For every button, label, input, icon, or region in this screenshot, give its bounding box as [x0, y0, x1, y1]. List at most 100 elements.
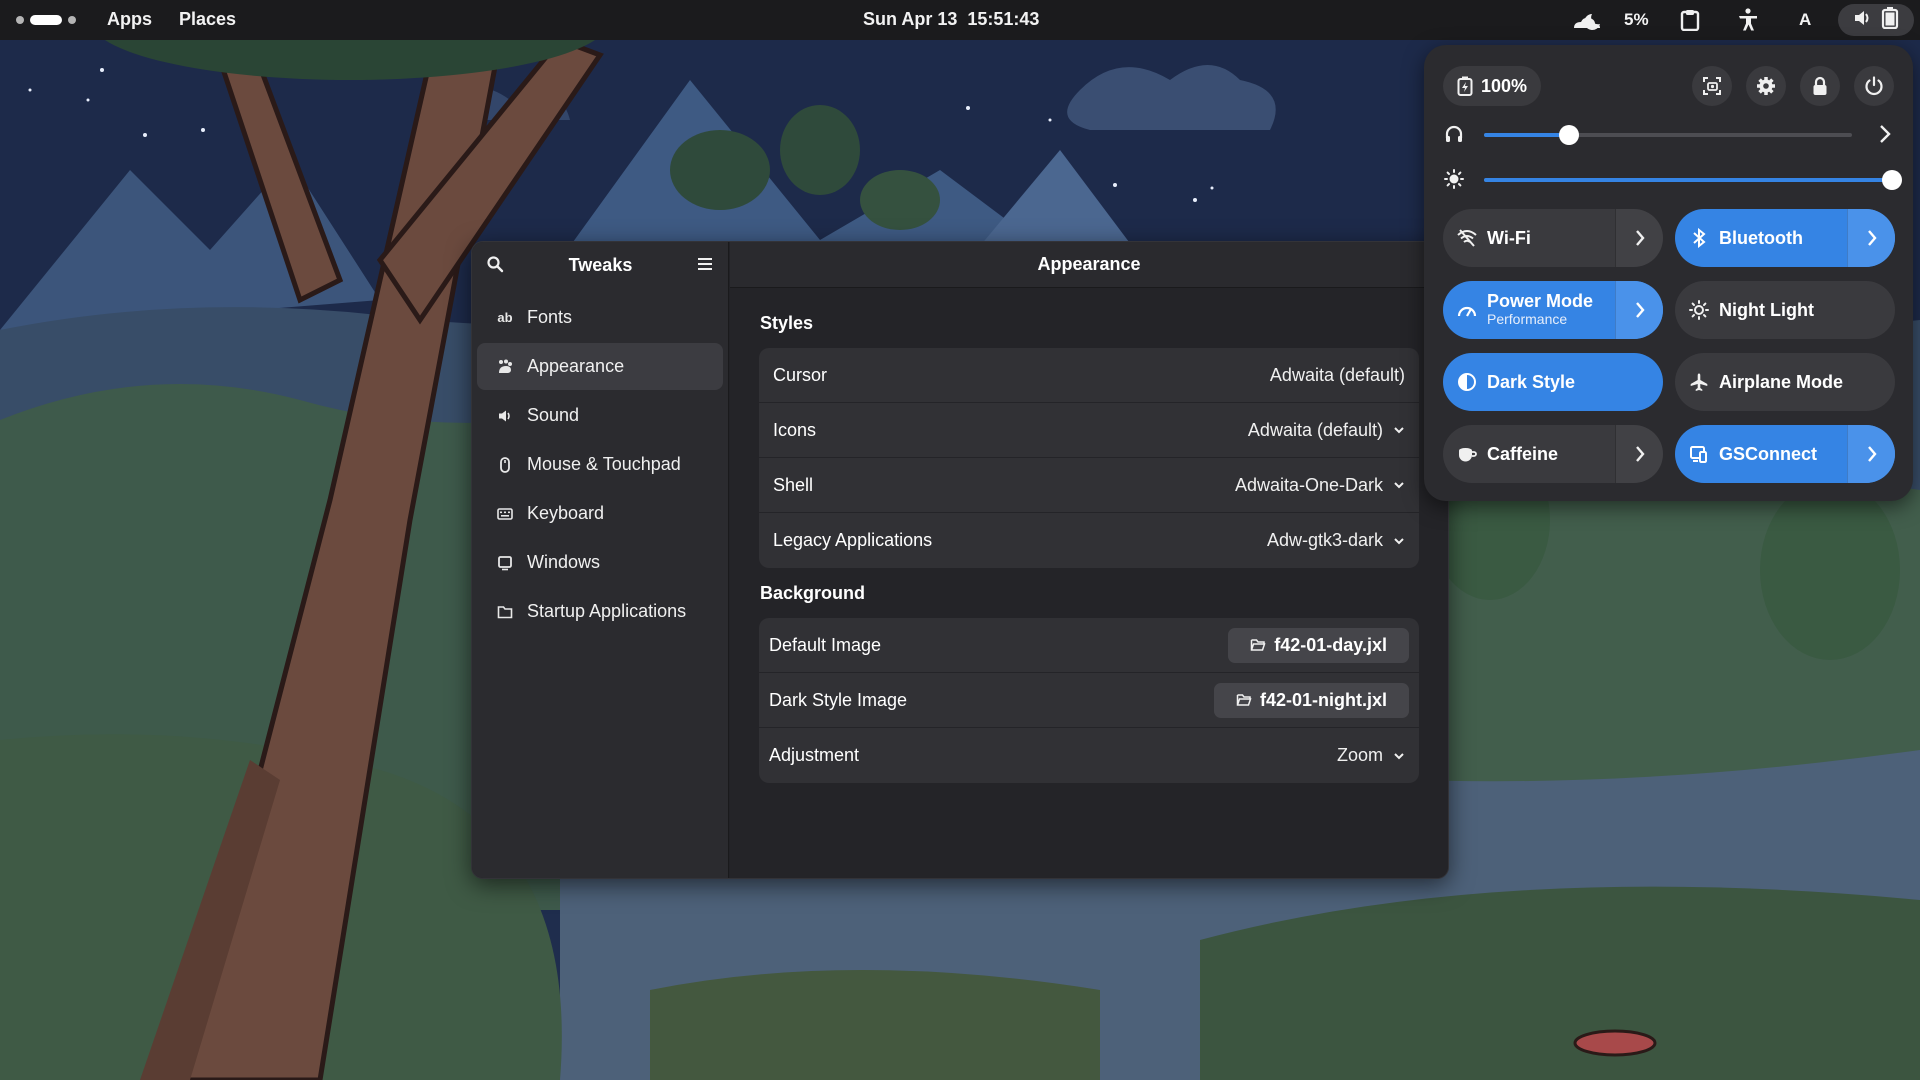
airplane-mode-toggle[interactable]: Airplane Mode: [1675, 353, 1895, 411]
icons-dropdown[interactable]: Adwaita (default): [1248, 420, 1405, 441]
row-label: Dark Style Image: [769, 689, 908, 710]
bluetooth-toggle-main[interactable]: Bluetooth: [1675, 209, 1847, 267]
power-mode-toggle[interactable]: Power Mode Performance: [1443, 281, 1663, 339]
wifi-menu-arrow[interactable]: [1615, 209, 1663, 267]
volume-slider-row: [1444, 120, 1896, 150]
wifi-toggle-main[interactable]: Wi-Fi: [1443, 209, 1615, 267]
folder-open-icon: [1236, 694, 1252, 706]
volume-slider[interactable]: [1484, 125, 1852, 145]
sidebar-item-appearance[interactable]: Appearance: [477, 343, 723, 390]
volume-slider-fill: [1484, 133, 1569, 137]
weather-percent: 5%: [1624, 10, 1649, 29]
power-icon: [1865, 76, 1883, 96]
icons-value-text: Adwaita (default): [1247, 419, 1383, 440]
night-light-icon: [1689, 300, 1709, 320]
workspace-dot: [68, 16, 76, 24]
shell-row[interactable]: Shell Adwaita-One-Dark: [759, 458, 1419, 513]
wifi-toggle[interactable]: Wi-Fi: [1443, 209, 1663, 267]
night-light-toggle-main[interactable]: Night Light: [1675, 281, 1895, 339]
gsconnect-toggle[interactable]: GSConnect: [1675, 425, 1895, 483]
power-mode-sublabel: Performance: [1487, 311, 1568, 328]
wifi-label: Wi-Fi: [1487, 227, 1531, 248]
chevron-right-icon[interactable]: [1878, 123, 1892, 150]
screenshot-button[interactable]: [1692, 66, 1732, 106]
settings-button[interactable]: [1746, 66, 1786, 106]
battery-button[interactable]: 100%: [1443, 66, 1542, 106]
sidebar-item-label: Sound: [527, 405, 580, 425]
lock-button[interactable]: [1800, 66, 1840, 106]
shell-value-text: Adwaita-One-Dark: [1234, 474, 1383, 495]
legacy-applications-dropdown[interactable]: Adw-gtk3-dark: [1267, 530, 1405, 551]
caffeine-toggle[interactable]: Caffeine: [1443, 425, 1663, 483]
bluetooth-toggle[interactable]: Bluetooth: [1675, 209, 1895, 267]
power-mode-text: Power Mode Performance: [1487, 292, 1593, 327]
workspace-indicator[interactable]: [16, 15, 76, 25]
coffee-cup-icon: [1457, 444, 1477, 464]
default-image-file-button[interactable]: f42-01-day.jxl: [1228, 627, 1409, 663]
tweaks-sidebar: Tweaks ab Fonts Appearance Sound Mouse &…: [472, 242, 729, 878]
places-menu-button[interactable]: Places: [179, 9, 236, 30]
keyboard-icon: [496, 505, 514, 523]
legacy-value-text: Adw-gtk3-dark: [1266, 530, 1383, 550]
shell-dropdown[interactable]: Adwaita-One-Dark: [1235, 475, 1405, 496]
gsconnect-menu-arrow[interactable]: [1847, 425, 1895, 483]
background-section-title: Background: [760, 583, 866, 603]
apps-menu-button[interactable]: Apps: [107, 9, 152, 30]
keyboard-layout-indicator[interactable]: A: [1799, 10, 1811, 30]
power-button[interactable]: [1854, 66, 1894, 106]
fonts-icon: ab: [497, 310, 513, 325]
sidebar-item-label: Appearance: [527, 356, 625, 376]
bluetooth-label: Bluetooth: [1719, 227, 1803, 248]
cursor-row[interactable]: Cursor Adwaita (default): [759, 348, 1419, 403]
adjustment-dropdown[interactable]: Zoom: [1337, 745, 1405, 766]
clock[interactable]: Sun Apr 13 15:51:43: [863, 9, 1049, 30]
volume-slider-handle[interactable]: [1558, 125, 1579, 145]
default-image-filename: f42-01-day.jxl: [1274, 634, 1387, 655]
power-mode-toggle-main[interactable]: Power Mode Performance: [1443, 281, 1615, 339]
row-label: Cursor: [773, 364, 828, 385]
sidebar-item-keyboard[interactable]: Keyboard: [477, 490, 723, 537]
dark-style-image-file-button[interactable]: f42-01-night.jxl: [1213, 682, 1409, 718]
adjustment-row[interactable]: Adjustment Zoom: [759, 728, 1419, 783]
row-label: Adjustment: [769, 745, 860, 765]
caffeine-toggle-main[interactable]: Caffeine: [1443, 425, 1615, 483]
night-light-toggle[interactable]: Night Light: [1675, 281, 1895, 339]
speaker-icon: [496, 407, 514, 425]
sidebar-item-label: Startup Applications: [527, 601, 687, 621]
clipboard-icon[interactable]: [1680, 9, 1700, 36]
caffeine-menu-arrow[interactable]: [1615, 425, 1663, 483]
dark-style-toggle-main[interactable]: Dark Style: [1443, 353, 1663, 411]
accessibility-icon[interactable]: [1737, 8, 1759, 37]
brightness-icon: [1444, 169, 1464, 194]
weather-night-cloudy-icon[interactable]: [1570, 8, 1606, 37]
hamburger-menu-icon[interactable]: [696, 256, 714, 277]
airplane-mode-toggle-main[interactable]: Airplane Mode: [1675, 353, 1895, 411]
wifi-off-icon: [1457, 228, 1477, 248]
sidebar-header: Tweaks: [472, 242, 728, 288]
sidebar-item-windows[interactable]: Windows: [477, 539, 723, 586]
power-mode-menu-arrow[interactable]: [1615, 281, 1663, 339]
sidebar-item-mouse-touchpad[interactable]: Mouse & Touchpad: [477, 441, 723, 488]
airplane-icon: [1689, 372, 1709, 392]
system-menu-button[interactable]: [1838, 4, 1914, 36]
cursor-value: Adwaita (default): [1270, 365, 1405, 386]
dark-style-label: Dark Style: [1487, 371, 1576, 392]
battery-percent: 100%: [1481, 75, 1528, 96]
background-group: Default Image f42-01-day.jxl Dark Style …: [759, 618, 1419, 783]
gsconnect-toggle-main[interactable]: GSConnect: [1675, 425, 1847, 483]
chevron-right-icon: [1635, 446, 1645, 462]
sidebar-item-sound[interactable]: Sound: [477, 392, 723, 439]
brightness-slider-row: [1444, 165, 1902, 195]
clock-time: 15:51:43: [967, 9, 1040, 29]
brightness-slider-handle[interactable]: [1882, 170, 1902, 190]
dark-style-toggle[interactable]: Dark Style: [1443, 353, 1663, 411]
bluetooth-menu-arrow[interactable]: [1847, 209, 1895, 267]
sidebar-item-fonts[interactable]: ab Fonts: [477, 294, 723, 341]
lock-icon: [1813, 76, 1827, 95]
sidebar-item-label: Mouse & Touchpad: [527, 454, 681, 474]
sidebar-item-startup-applications[interactable]: Startup Applications: [477, 588, 723, 635]
icons-row[interactable]: Icons Adwaita (default): [759, 403, 1419, 458]
legacy-applications-row[interactable]: Legacy Applications Adw-gtk3-dark: [759, 513, 1419, 568]
tweaks-window: Tweaks ab Fonts Appearance Sound Mouse &…: [471, 241, 1449, 879]
brightness-slider[interactable]: [1484, 170, 1902, 190]
